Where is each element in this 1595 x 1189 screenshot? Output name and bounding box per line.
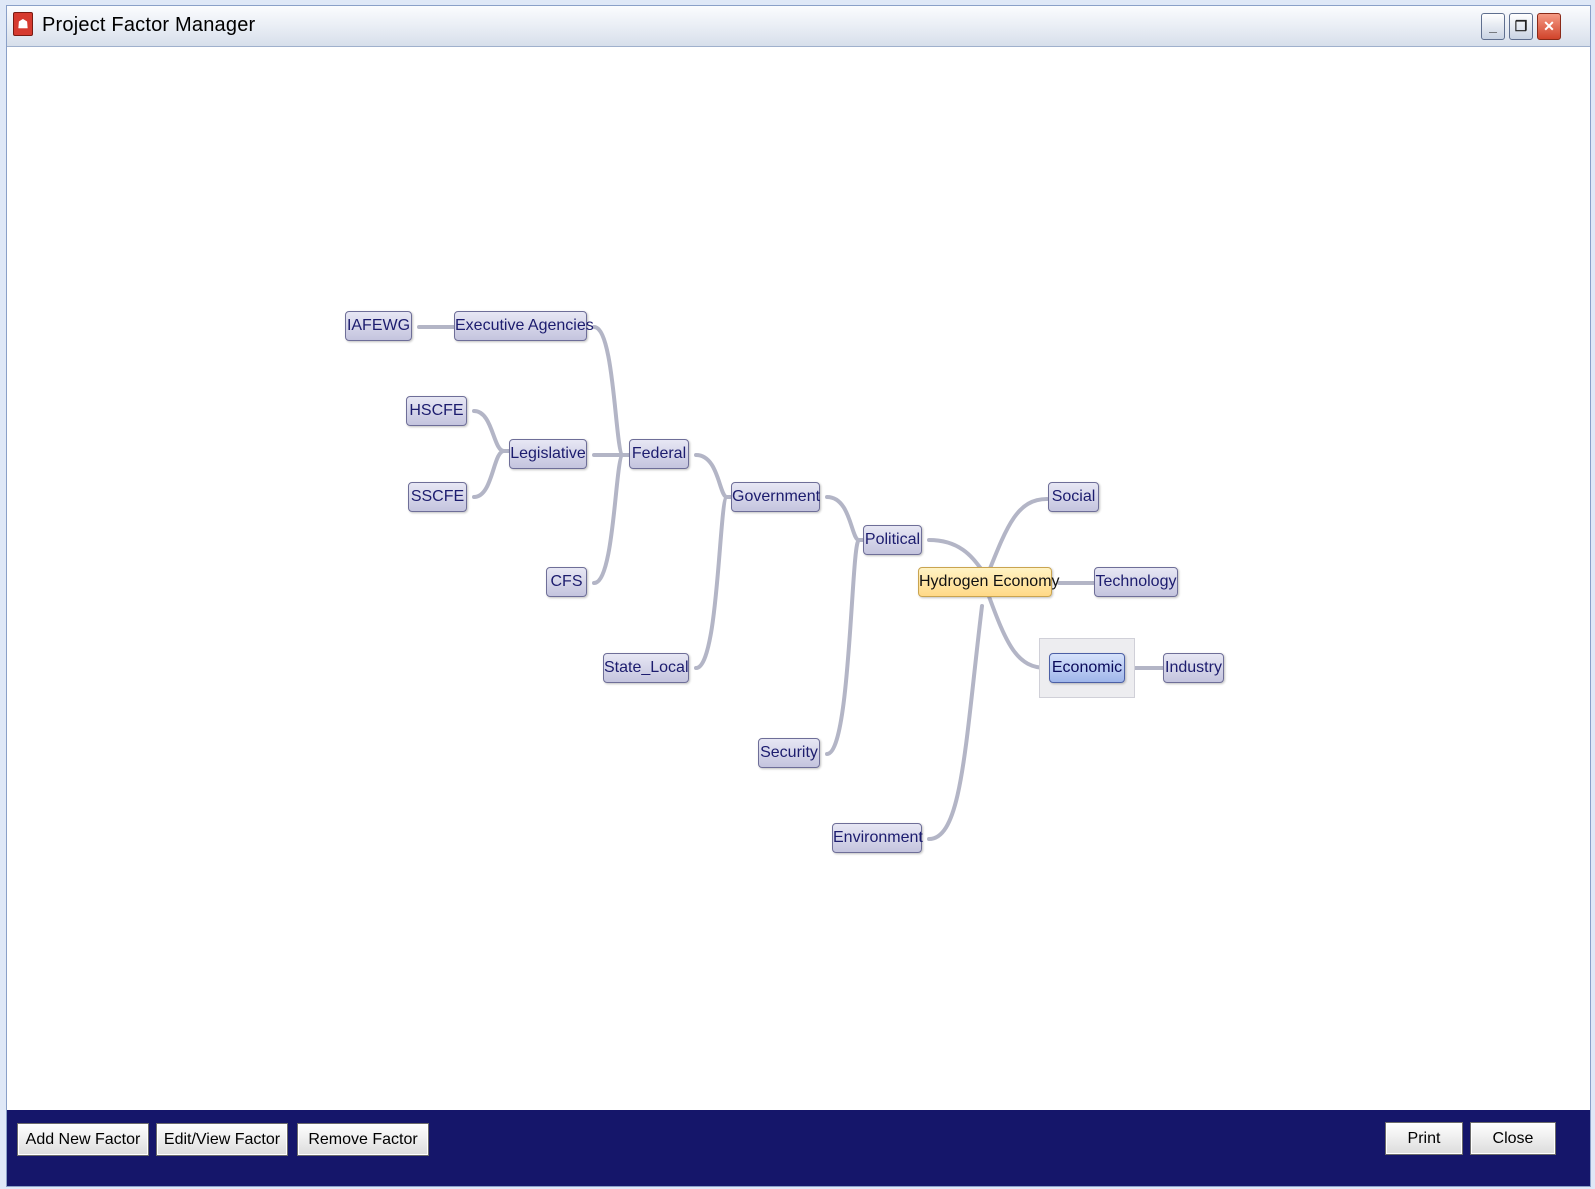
- connector-social: [985, 497, 1049, 578]
- close-button[interactable]: Close: [1470, 1122, 1556, 1155]
- node-political[interactable]: Political: [863, 525, 922, 555]
- project-factor-manager-window: ☗ Project Factor Manager _ ❐ ✕ IAFEWG Ex…: [6, 5, 1591, 1187]
- connector-government: [825, 495, 861, 542]
- node-state-local[interactable]: State_Local: [603, 653, 689, 683]
- node-iafewg[interactable]: IAFEWG: [345, 311, 412, 341]
- connector-executive-agencies: [592, 325, 625, 457]
- title-bar: ☗ Project Factor Manager _ ❐ ✕: [7, 6, 1590, 47]
- connector-cfs: [592, 453, 625, 585]
- node-security[interactable]: Security: [758, 738, 820, 768]
- node-economic[interactable]: Economic: [1049, 653, 1125, 683]
- edit-view-factor-button[interactable]: Edit/View Factor: [156, 1123, 288, 1156]
- app-icon: ☗: [13, 12, 33, 36]
- close-window-button[interactable]: ✕: [1537, 13, 1561, 40]
- node-environment[interactable]: Environment: [832, 823, 923, 853]
- connector-federal: [694, 453, 729, 499]
- connector-state-local: [694, 495, 729, 670]
- connector-environment: [927, 604, 984, 841]
- restore-button[interactable]: ❐: [1509, 13, 1533, 40]
- connector-economic: [985, 589, 1049, 670]
- node-legislative[interactable]: Legislative: [509, 439, 587, 469]
- print-button[interactable]: Print: [1385, 1122, 1463, 1155]
- mindmap-connectors: [417, 325, 1166, 841]
- add-new-factor-button[interactable]: Add New Factor: [17, 1123, 149, 1156]
- bottom-toolbar: Add New Factor Edit/View Factor Remove F…: [7, 1110, 1590, 1186]
- window-title: Project Factor Manager: [42, 14, 256, 36]
- node-cfs[interactable]: CFS: [546, 567, 587, 597]
- node-hscfe[interactable]: HSCFE: [406, 396, 467, 426]
- node-hydrogen-economy[interactable]: Hydrogen Economy: [918, 567, 1060, 597]
- node-industry[interactable]: Industry: [1163, 653, 1224, 683]
- connector-security: [825, 538, 861, 756]
- node-government[interactable]: Government: [731, 482, 820, 512]
- node-executive-agencies[interactable]: Executive Agencies: [454, 311, 594, 341]
- factor-mindmap-canvas[interactable]: IAFEWG Executive Agencies HSCFE Legislat…: [7, 46, 1590, 1110]
- node-federal[interactable]: Federal: [629, 439, 689, 469]
- remove-factor-button[interactable]: Remove Factor: [297, 1123, 429, 1156]
- node-technology[interactable]: Technology: [1094, 567, 1178, 597]
- node-social[interactable]: Social: [1048, 482, 1099, 512]
- connector-sscfe: [472, 449, 506, 499]
- node-sscfe[interactable]: SSCFE: [408, 482, 467, 512]
- minimize-button[interactable]: _: [1481, 13, 1505, 40]
- connector-hscfe: [472, 409, 506, 453]
